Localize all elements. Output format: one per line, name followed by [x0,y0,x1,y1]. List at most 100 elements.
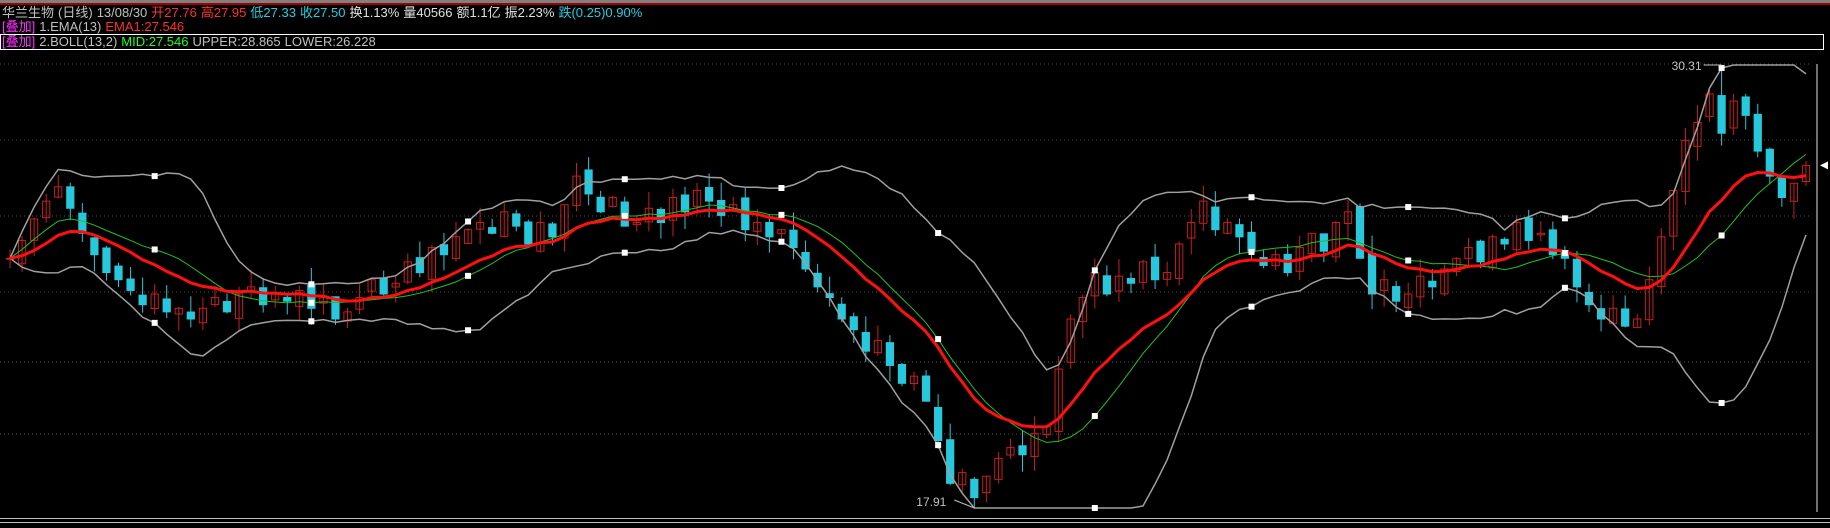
candle-down [114,265,123,281]
boll-marker [1091,267,1098,274]
boll-marker [1718,232,1725,239]
candle-down [512,213,521,227]
turnover: 换1.13% [349,5,400,20]
close-price: 收27.50 [299,5,346,20]
boll-marker [1405,257,1412,264]
candle-down [222,301,232,313]
candle-down [1500,238,1509,245]
boll-mid: MID:27.546 [121,34,189,49]
candle-down [885,342,895,366]
boll-name: 2.BOLL(13,2) [39,34,118,49]
candle-down [1018,445,1027,456]
candle-down [1283,253,1292,274]
boll-marker [308,281,315,288]
boll-marker [778,184,785,191]
boll-marker [465,272,472,279]
candle-down [439,244,449,256]
candle-down [1319,233,1328,252]
candle-down [656,208,666,224]
stock-name: 华兰生物 [2,5,55,20]
boll-marker [151,246,158,253]
amount: 额1.1亿 [456,5,501,20]
candle-down [765,222,774,238]
boll-marker [621,176,628,183]
overlay-ema-row: [叠加] 1.EMA(13) EMA1:27.546 [2,20,188,34]
candle-down [970,478,979,499]
boll-marker [935,442,942,449]
high-price: 高27.95 [200,5,247,20]
candle-down [1392,286,1401,302]
boll-upper-line [9,64,1807,371]
boll-marker [308,318,315,325]
boll-marker [151,319,158,326]
candle-down [1621,308,1630,327]
candle-down [1211,206,1220,231]
candle-down [861,332,870,352]
candle-down [1572,258,1582,288]
candle-down [1150,256,1160,281]
boll-marker [151,173,158,180]
candle-down [717,199,726,216]
candle-down [1524,217,1533,241]
bottom-divider [0,522,1830,523]
candle-down [162,298,171,313]
volume: 量40566 [403,5,453,20]
boll-marker [465,218,472,225]
candle-down [1777,177,1786,199]
boll-marker [1718,64,1725,71]
candle-down [934,406,943,441]
candle-down [1428,280,1437,288]
boll-upper: UPPER:28.865 [192,34,281,49]
candle-down [488,227,497,234]
boll-marker [1091,505,1098,511]
candle-down [379,277,388,295]
candle-down [1235,224,1244,238]
overlay-boll-row: [叠加] 2.BOLL(13,2) MID:27.546 UPPER:28.865 LO… [2,35,380,49]
candle-down [90,237,99,256]
candle-down [1717,95,1726,134]
candle-down [283,296,292,302]
amplitude: 振2.23% [504,5,555,20]
boll-lower: LOWER:26.228 [284,34,376,49]
candle-down [138,294,147,306]
bottom-divider [0,518,1830,519]
ema-value: EMA1:27.546 [105,19,185,34]
candle-down [1741,96,1750,116]
candle-down [1247,231,1256,252]
candle-down [789,229,798,249]
overlay-tag[interactable]: [叠加] [2,19,35,34]
boll-marker [1561,215,1568,222]
ema-line [9,170,1807,429]
overlay-tag[interactable]: [叠加] [2,34,35,49]
period: (日线) [58,5,93,20]
boll-marker [308,299,315,306]
boll-mid-line [9,153,1807,443]
candle-down [705,186,714,202]
change: 跌(0.25)0.90% [558,5,643,20]
date: 13/08/30 [96,5,148,20]
boll-marker [465,327,472,334]
candlestick-chart[interactable]: 30.31 17.91 [0,50,1830,516]
boll-marker [1561,284,1568,291]
min-price-label: 17.91 [916,495,946,509]
candle-down [126,278,135,291]
quote-header: 华兰生物 (日线) 13/08/30 开27.76 高27.95 低27.33 收27.50… [2,6,646,20]
boll-marker [935,336,942,343]
candle-down [1753,113,1762,152]
boll-marker [1561,250,1568,257]
candle-down [548,223,557,238]
candle-down [1476,240,1485,263]
low-price: 低27.33 [250,5,296,20]
boll-marker [1405,204,1412,211]
candle-down [186,311,195,320]
boll-marker [1248,303,1255,310]
candle-down [1355,205,1365,259]
candle-down [1102,275,1111,295]
open-price: 开27.76 [151,5,197,20]
max-price-label: 30.31 [1672,59,1702,73]
candle-down [259,287,268,306]
candle-down [897,363,907,384]
candle-down [921,375,931,402]
boll-marker [621,212,628,219]
boll-marker [1248,194,1255,201]
